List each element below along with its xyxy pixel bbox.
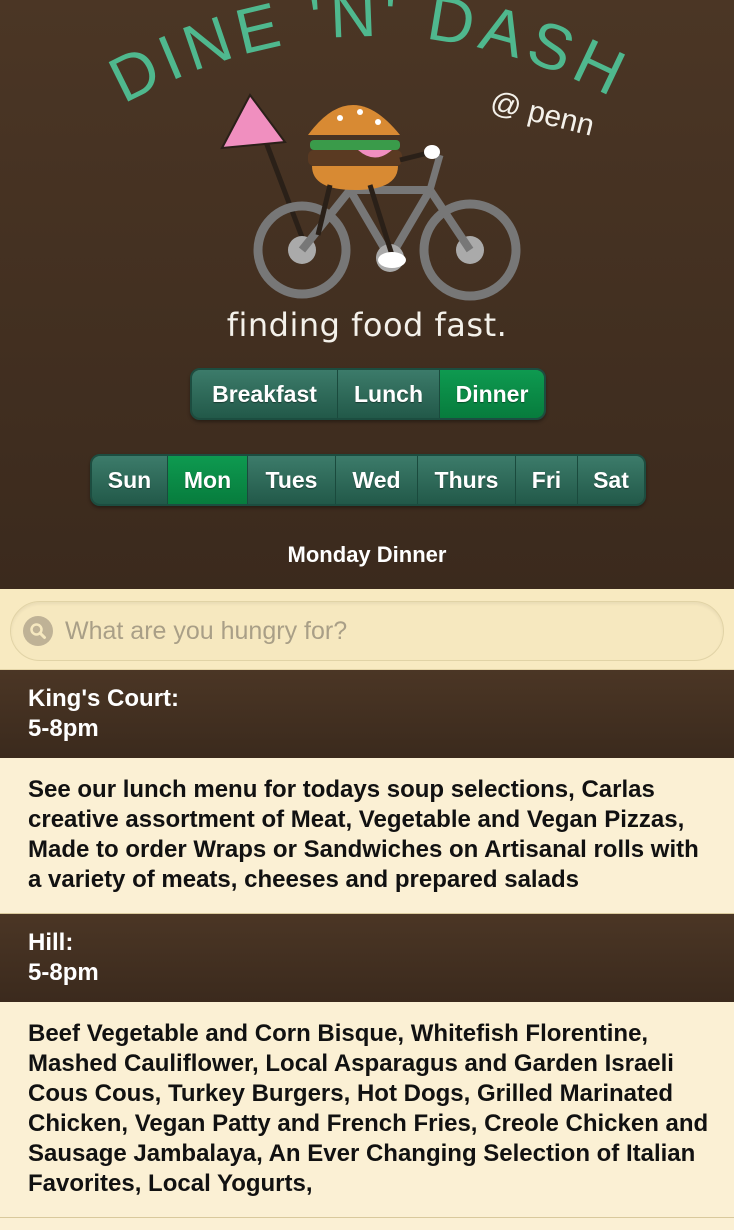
section-header-hill: Hill: 5-8pm [0, 914, 734, 1002]
day-mon-button[interactable]: Mon [168, 456, 248, 504]
meal-selector: Breakfast Lunch Dinner [190, 368, 546, 420]
day-fri-button[interactable]: Fri [516, 456, 578, 504]
dining-hall-name: Hill: [28, 929, 74, 956]
day-tues-button[interactable]: Tues [248, 456, 336, 504]
day-sat-button[interactable]: Sat [578, 456, 644, 504]
app-header: DINE 'N' DASH @ penn finding food fast. … [0, 0, 734, 589]
meal-dinner-button[interactable]: Dinner [440, 370, 544, 418]
search-icon [23, 616, 53, 646]
section-header-kings-court: King's Court: 5-8pm [0, 670, 734, 758]
tagline: finding food fast. [226, 306, 508, 344]
search-field[interactable] [10, 601, 724, 661]
search-bar [0, 589, 734, 670]
meal-breakfast-button[interactable]: Breakfast [192, 370, 338, 418]
dining-hall-name: King's Court: [28, 685, 180, 712]
dining-hall-hours: 5-8pm [28, 715, 99, 742]
day-wed-button[interactable]: Wed [336, 456, 418, 504]
meal-lunch-button[interactable]: Lunch [338, 370, 440, 418]
page-title: Monday Dinner [287, 542, 447, 567]
search-input[interactable] [65, 616, 665, 646]
menu-list: King's Court: 5-8pm See our lunch menu f… [0, 670, 734, 1218]
logo-title: DINE 'N' DASH [98, 0, 641, 116]
day-thurs-button[interactable]: Thurs [418, 456, 516, 504]
section-menu-kings-court: See our lunch menu for todays soup selec… [0, 758, 734, 914]
day-sun-button[interactable]: Sun [92, 456, 168, 504]
dining-hall-hours: 5-8pm [28, 959, 99, 986]
section-menu-hill: Beef Vegetable and Corn Bisque, Whitefis… [0, 1002, 734, 1218]
day-selector: Sun Mon Tues Wed Thurs Fri Sat [90, 454, 646, 506]
